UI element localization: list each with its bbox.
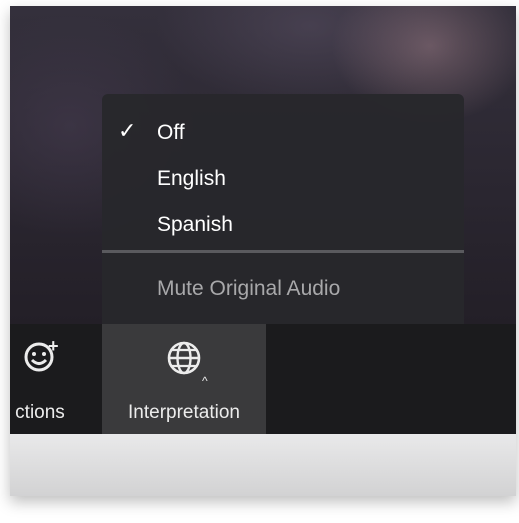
meeting-toolbar: + ctions ^ Interpretation <box>10 324 516 434</box>
interpretation-label: Interpretation <box>128 402 240 423</box>
interpretation-button[interactable]: ^ Interpretation <box>102 324 266 434</box>
menu-item-english[interactable]: English <box>102 160 464 200</box>
reactions-label: ctions <box>15 402 65 423</box>
checkmark-icon: ✓ <box>118 118 137 143</box>
menu-item-label: Off <box>157 121 185 144</box>
menu-divider <box>102 250 464 253</box>
globe-icon <box>167 341 201 375</box>
menu-item-label: Spanish <box>157 213 233 236</box>
window-bottom-strip <box>10 434 516 496</box>
menu-item-spanish[interactable]: Spanish <box>102 206 464 246</box>
menu-item-label: English <box>157 167 226 190</box>
menu-item-mute-original-audio[interactable]: Mute Original Audio <box>102 270 464 310</box>
menu-item-off[interactable]: ✓ Off <box>102 114 464 154</box>
reactions-icon-wrap: + <box>10 336 70 396</box>
menu-item-label: Mute Original Audio <box>157 277 341 300</box>
meeting-window: + ctions ^ Interpretation ✓ Off English … <box>10 6 516 496</box>
interpretation-menu: ✓ Off English Spanish Mute Original Audi… <box>102 94 464 324</box>
caret-up-icon[interactable]: ^ <box>202 374 208 388</box>
plus-icon: + <box>48 336 59 356</box>
reactions-button[interactable]: + ctions <box>10 324 82 434</box>
interpretation-icon-wrap: ^ <box>154 338 214 396</box>
